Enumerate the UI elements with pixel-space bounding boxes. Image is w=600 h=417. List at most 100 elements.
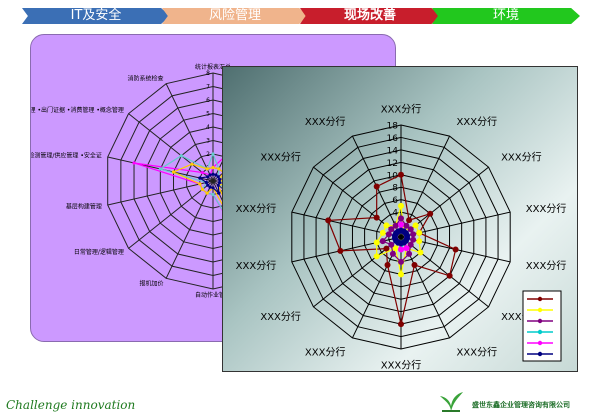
axis-category-label: XXX分行: [501, 151, 542, 164]
axis-category-label: XXX分行: [305, 346, 346, 359]
data-point: [398, 258, 404, 265]
data-point: [379, 229, 386, 236]
data-point: [211, 152, 215, 156]
data-point: [211, 172, 215, 176]
data-point: [383, 222, 390, 229]
data-point: [427, 210, 434, 217]
radial-tick-label: 2: [206, 151, 210, 158]
data-point: [398, 202, 404, 209]
company-name: 盛世东鑫企业管理咨询有限公司: [472, 401, 570, 409]
axis-category-label: XXX分行: [526, 202, 567, 215]
data-point: [179, 154, 183, 158]
radial-tick-label: 18: [387, 122, 399, 132]
data-point: [406, 217, 413, 224]
axis-category-label: XXX分行: [457, 346, 498, 359]
radial-tick-label: 4: [206, 124, 210, 131]
data-point: [216, 183, 220, 187]
data-point: [398, 271, 404, 278]
data-point: [403, 245, 410, 252]
radial-tick-label: 5: [206, 111, 210, 118]
data-point: [205, 191, 209, 195]
data-point: [190, 162, 194, 166]
data-point: [398, 171, 404, 178]
data-point: [373, 253, 380, 260]
data-point: [198, 176, 202, 180]
data-point: [217, 177, 222, 182]
data-point: [410, 231, 417, 238]
axis-category-label: 日常管理/逻辑管理: [74, 248, 124, 256]
axis-category-label: XXX分行: [260, 151, 301, 164]
data-point: [398, 221, 404, 228]
data-point: [452, 246, 459, 253]
data-point: [171, 170, 176, 174]
legend-swatch-marker: [537, 307, 543, 313]
axis-category-label: XXX分行: [526, 259, 567, 272]
data-point: [379, 238, 386, 245]
legend-swatch-marker: [537, 351, 543, 357]
data-point: [211, 186, 215, 190]
radial-tick-label: 7: [206, 84, 210, 91]
axis-category-label: XXX分行: [381, 102, 422, 115]
data-point: [373, 183, 380, 190]
data-point: [337, 247, 344, 254]
data-point: [217, 167, 221, 171]
green-plant-logo-icon: [440, 392, 463, 412]
data-point: [389, 250, 396, 257]
data-point: [406, 250, 413, 257]
data-point: [412, 222, 419, 229]
data-point: [211, 165, 215, 170]
data-point: [388, 241, 395, 248]
radial-tick-label: 12: [387, 159, 398, 169]
legend-swatch-marker: [537, 329, 543, 335]
axis-category-label: 报机加价: [140, 280, 164, 288]
tab-it-security[interactable]: IT及安全: [22, 8, 170, 24]
radial-tick-label: 10: [387, 171, 399, 181]
data-point: [416, 238, 423, 245]
radial-tick-label: 6: [206, 97, 210, 104]
axis-category-label: 消防系统检查: [128, 74, 164, 82]
data-point: [217, 191, 221, 195]
tab-environment[interactable]: 环境: [432, 8, 580, 24]
data-point: [392, 222, 399, 229]
data-point: [398, 215, 404, 222]
data-point: [198, 182, 202, 186]
axis-category-label: 基层构建管理: [66, 202, 102, 210]
axis-category-label: 会计日常管理 •出门证据 •消费管理 •概念管理: [31, 106, 124, 114]
axis-category-label: XXX分行: [260, 310, 301, 323]
data-point: [373, 239, 380, 246]
data-point: [398, 321, 404, 328]
radial-tick-label: 14: [387, 146, 399, 156]
data-point: [204, 180, 209, 185]
radial-tick-label: 3: [206, 138, 210, 145]
radial-tick-label: 16: [387, 134, 399, 144]
data-point: [384, 262, 391, 269]
data-point: [417, 249, 424, 256]
data-point: [446, 272, 453, 279]
radial-tick-label: 8: [206, 70, 210, 77]
legend-box: [522, 290, 562, 362]
data-point: [395, 228, 402, 235]
data-point: [205, 167, 209, 171]
tab-risk-management[interactable]: 风险管理: [162, 8, 308, 24]
data-point: [398, 246, 404, 253]
axis-category-label: XXX分行: [236, 202, 277, 215]
data-point: [158, 167, 162, 171]
radial-tick-label: 8: [392, 184, 398, 194]
axis-category-label: XXX分行: [305, 115, 346, 128]
axis-category-label: XXX分行: [457, 115, 498, 128]
data-point: [373, 214, 380, 221]
front-radar-chart: 024681012141618XXX分行XXX分行XXX分行XXX分行XXX分行…: [236, 102, 567, 371]
legend-swatch-marker: [537, 296, 543, 302]
tab-site-improvement[interactable]: 现场改善: [300, 8, 440, 24]
legend-swatch-marker: [537, 340, 543, 346]
front-radar-panel: 024681012141618XXX分行XXX分行XXX分行XXX分行XXX分行…: [222, 66, 578, 372]
section-tab-bar: IT及安全 风险管理 现场改善 环境: [0, 8, 600, 28]
data-point: [325, 217, 332, 224]
axis-category-label: 检测管理/供应管理 •安全证: [31, 152, 102, 160]
axis-category-label: XXX分行: [236, 259, 277, 272]
data-point: [211, 192, 215, 197]
data-point: [132, 161, 136, 165]
slogan-text: Challenge innovation: [6, 398, 136, 412]
data-point: [416, 229, 423, 236]
radial-tick-label: 6: [392, 196, 398, 206]
